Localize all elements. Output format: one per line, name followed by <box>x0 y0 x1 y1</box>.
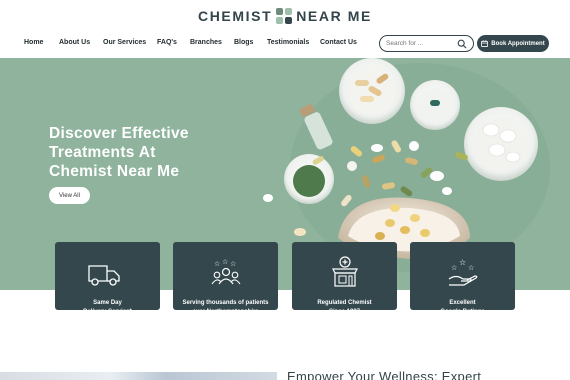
book-appointment-button[interactable]: Book Appointment <box>477 35 549 52</box>
delivery-van-icon <box>88 265 120 286</box>
svg-text:☆: ☆ <box>459 258 466 267</box>
hero-title-line-1: Discover Effective <box>49 125 189 142</box>
hero-title-line-3: Chemist Near Me <box>49 163 180 180</box>
nav-blogs[interactable]: Blogs <box>234 39 253 46</box>
hero-title-line-2: Treatments At <box>49 144 156 161</box>
logo-text-right: NEAR ME <box>296 8 372 24</box>
hand-stars-icon: ☆ ☆ ☆ <box>448 258 478 286</box>
site-header: CHEMIST NEAR ME Home About Us Our Servic… <box>0 0 570 58</box>
people-stars-icon: ☆ ☆ ☆ <box>211 259 241 285</box>
hero-title: Discover Effective Treatments At Chemist… <box>49 124 249 181</box>
book-appointment-label: Book Appointment <box>491 40 545 47</box>
wellness-photo <box>0 372 277 380</box>
feature-card-ratings: ☆ ☆ ☆ Excellent Google Ratings <box>410 242 515 315</box>
svg-text:☆: ☆ <box>230 260 236 268</box>
logo[interactable]: CHEMIST NEAR ME <box>0 6 570 26</box>
nav-faqs[interactable]: FAQ's <box>157 39 177 46</box>
logo-cross-icon <box>276 8 293 24</box>
svg-text:☆: ☆ <box>451 264 457 272</box>
feature-label-regulated: Regulated Chemist Since 1997 <box>317 300 372 315</box>
nav-branches[interactable]: Branches <box>190 39 222 46</box>
nav-about-us[interactable]: About Us <box>59 39 90 46</box>
section-title: Empower Your Wellness: Expert <box>287 369 482 380</box>
search-box <box>379 35 474 52</box>
feature-label-patients: Serving thousands of patients over North… <box>182 300 269 315</box>
feature-label-delivery: Same Day Delivery Service* <box>83 300 132 315</box>
svg-text:☆: ☆ <box>214 260 220 268</box>
svg-text:☆: ☆ <box>468 264 474 272</box>
feature-cards: Same Day Delivery Service* ☆ ☆ ☆ Serving… <box>55 242 515 315</box>
feature-card-regulated: Regulated Chemist Since 1997 <box>292 242 397 315</box>
nav-our-services[interactable]: Our Services <box>103 39 146 46</box>
nav-testimonials[interactable]: Testimonials <box>267 39 309 46</box>
search-icon[interactable] <box>457 39 467 49</box>
view-all-button[interactable]: View All <box>49 187 90 204</box>
feature-card-delivery: Same Day Delivery Service* <box>55 242 160 315</box>
search-input[interactable] <box>386 38 458 49</box>
feature-label-ratings: Excellent Google Ratings <box>440 300 485 315</box>
feature-card-patients: ☆ ☆ ☆ Serving thousands of patients over… <box>173 242 278 315</box>
pharmacy-shop-icon <box>332 256 358 287</box>
svg-text:☆: ☆ <box>222 259 228 266</box>
logo-text-left: CHEMIST <box>198 8 273 24</box>
nav-contact-us[interactable]: Contact Us <box>320 39 357 46</box>
calendar-icon <box>481 40 489 47</box>
nav-home[interactable]: Home <box>24 39 43 46</box>
